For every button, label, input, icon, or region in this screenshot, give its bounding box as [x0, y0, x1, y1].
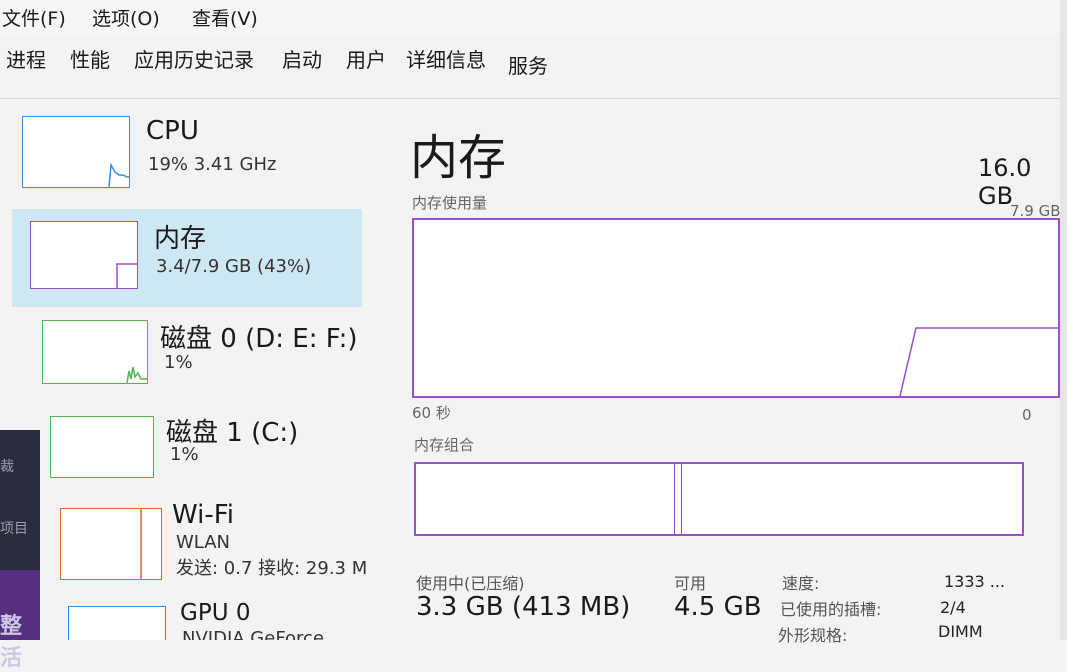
sidebar-item-disk0[interactable]: 磁盘 0 (D: E: F:) 1%: [40, 318, 360, 398]
sidebar-item-memory[interactable]: 内存 3.4/7.9 GB (43%): [28, 218, 358, 298]
cpu-sparkline: [108, 162, 129, 187]
tab-performance[interactable]: 性能: [70, 44, 110, 73]
window-right-edge: [1060, 0, 1067, 640]
tab-details[interactable]: 详细信息: [406, 44, 486, 73]
memory-composition-bar: [414, 462, 1024, 536]
background-text-3: 整活: [0, 614, 23, 671]
composition-label: 内存组合: [414, 436, 475, 454]
tab-divider: [0, 98, 1067, 99]
menu-bar: 文件(F) 选项(O) 查看(V): [0, 0, 1067, 34]
wifi-thumbnail-graph: [60, 508, 162, 580]
form-factor-value: DIMM: [938, 622, 983, 641]
sidebar-item-wifi[interactable]: Wi-Fi WLAN 发送: 0.7 接收: 29.3 M: [58, 500, 378, 590]
memory-thumbnail-graph: [30, 221, 138, 289]
wifi-title: Wi-Fi: [172, 500, 235, 530]
disk0-title: 磁盘 0 (D: E: F:): [160, 324, 358, 354]
tab-services[interactable]: 服务: [508, 50, 548, 79]
in-use-label: 使用中(已压缩): [416, 574, 525, 593]
disk0-usage: 1%: [164, 352, 193, 373]
menu-view[interactable]: 查看(V): [192, 4, 258, 31]
tab-app-history[interactable]: 应用历史记录: [134, 44, 254, 73]
disk1-usage: 1%: [170, 444, 199, 465]
disk0-sparkline: [126, 366, 147, 383]
background-text-1: 裁: [0, 459, 14, 475]
sidebar-item-gpu[interactable]: GPU 0 NVIDIA GeForce: [66, 600, 386, 640]
available-label: 可用: [674, 574, 707, 593]
memory-usage: 3.4/7.9 GB (43%): [156, 256, 312, 277]
sidebar-item-disk1[interactable]: 磁盘 1 (C:) 1%: [48, 410, 368, 490]
in-use-value: 3.3 GB (413 MB): [416, 592, 631, 622]
background-text-2: 项目: [0, 521, 28, 537]
disk1-thumbnail-graph: [50, 416, 154, 478]
disk0-thumbnail-graph: [42, 320, 148, 384]
cpu-usage: 19% 3.41 GHz: [148, 154, 277, 175]
tab-users[interactable]: 用户: [346, 44, 386, 73]
tab-startup[interactable]: 启动: [282, 44, 322, 73]
menu-options[interactable]: 选项(O): [92, 4, 160, 31]
memory-usage-line: [899, 327, 1058, 396]
wifi-adapter: WLAN: [176, 532, 231, 553]
wifi-sparkline: [140, 509, 142, 579]
graph-time-end: 0: [1022, 406, 1032, 424]
graph-time-start: 60 秒: [412, 404, 451, 422]
memory-title: 内存: [154, 224, 207, 254]
composition-divider: [674, 464, 682, 534]
page-title: 内存: [410, 130, 507, 186]
background-window-edge: 裁 项目 整活: [0, 430, 40, 671]
menu-file[interactable]: 文件(F): [2, 4, 66, 31]
slots-label: 已使用的插槽:: [780, 600, 882, 619]
wifi-throughput: 发送: 0.7 接收: 29.3 M: [176, 558, 368, 579]
cpu-title: CPU: [146, 116, 199, 146]
usage-graph-label: 内存使用量: [412, 194, 488, 212]
speed-label: 速度:: [782, 574, 820, 593]
memory-sparkline: [116, 263, 137, 288]
sidebar-item-cpu[interactable]: CPU 19% 3.41 GHz: [20, 114, 360, 200]
gpu-model: NVIDIA GeForce: [182, 628, 325, 640]
memory-usage-graph: [412, 218, 1060, 398]
available-value: 4.5 GB: [674, 592, 762, 622]
gpu-thumbnail-graph: [68, 606, 166, 640]
slots-value: 2/4: [940, 598, 966, 617]
form-factor-label: 外形规格:: [778, 626, 848, 645]
cpu-thumbnail-graph: [22, 116, 130, 188]
gpu-title: GPU 0: [180, 600, 251, 626]
tab-processes[interactable]: 进程: [6, 44, 46, 73]
speed-value: 1333 ...: [944, 572, 1006, 591]
